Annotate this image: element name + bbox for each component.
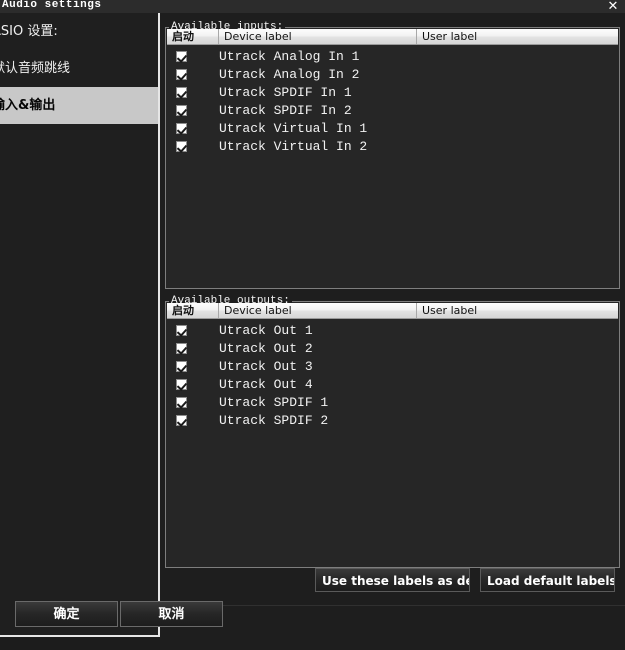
enable-checkbox[interactable] bbox=[176, 122, 187, 134]
outputs-list[interactable]: 启动 Device label User label Utrack Out 1U… bbox=[167, 303, 618, 566]
available-outputs-group: Available outputs: 启动 Device label User … bbox=[165, 295, 620, 568]
enable-cell[interactable] bbox=[167, 50, 219, 62]
sidebar: ASIO 设置: 默认音频跳线输入&输出 bbox=[0, 13, 160, 637]
table-row[interactable]: Utrack Analog In 2 bbox=[167, 65, 618, 83]
device-label-cell: Utrack Virtual In 1 bbox=[219, 120, 368, 136]
device-label-cell: Utrack SPDIF In 1 bbox=[219, 84, 352, 100]
title-bar: Audio settings ✕ bbox=[0, 0, 625, 14]
enable-cell[interactable] bbox=[167, 324, 219, 336]
inputs-list-header: 启动 Device label User label bbox=[167, 29, 618, 45]
enable-cell[interactable] bbox=[167, 68, 219, 80]
enable-cell[interactable] bbox=[167, 396, 219, 408]
enable-checkbox[interactable] bbox=[176, 342, 187, 354]
column-header-user-label[interactable]: User label bbox=[417, 303, 618, 318]
enable-checkbox[interactable] bbox=[176, 50, 187, 62]
table-row[interactable]: Utrack Analog In 1 bbox=[167, 47, 618, 65]
enable-checkbox[interactable] bbox=[176, 86, 187, 98]
enable-cell[interactable] bbox=[167, 414, 219, 426]
enable-checkbox[interactable] bbox=[176, 140, 187, 152]
enable-checkbox[interactable] bbox=[176, 414, 187, 426]
cancel-button[interactable]: 取消 bbox=[120, 601, 223, 627]
close-icon[interactable]: ✕ bbox=[606, 0, 620, 13]
device-label-cell: Utrack Out 3 bbox=[219, 358, 313, 374]
enable-cell[interactable] bbox=[167, 140, 219, 152]
sidebar-item-label: ASIO 设置: bbox=[0, 24, 58, 39]
enable-cell[interactable] bbox=[167, 378, 219, 390]
load-default-labels-button[interactable]: Load default labels bbox=[480, 568, 615, 592]
table-row[interactable]: Utrack Out 2 bbox=[167, 339, 618, 357]
column-header-enable[interactable]: 启动 bbox=[167, 303, 219, 318]
device-label-cell: Utrack Virtual In 2 bbox=[219, 138, 368, 154]
device-label-cell: Utrack Out 4 bbox=[219, 376, 313, 392]
enable-checkbox[interactable] bbox=[176, 378, 187, 390]
table-row[interactable]: Utrack SPDIF In 1 bbox=[167, 83, 618, 101]
enable-checkbox[interactable] bbox=[176, 324, 187, 336]
outputs-list-header: 启动 Device label User label bbox=[167, 303, 618, 319]
window-title: Audio settings bbox=[2, 0, 102, 11]
column-header-device-label[interactable]: Device label bbox=[219, 29, 417, 44]
outputs-rows: Utrack Out 1 Utrack Out 2 Utrack Out 3 Utra… bbox=[167, 319, 618, 429]
device-label-cell: Utrack Analog In 1 bbox=[219, 48, 360, 64]
main-content: Available inputs: 启动 Device label User l… bbox=[160, 13, 625, 650]
inputs-rows: Utrack Analog In 1 Utrack Analog In 2 Utra… bbox=[167, 45, 618, 155]
device-label-cell: Utrack Analog In 2 bbox=[219, 66, 360, 82]
enable-checkbox[interactable] bbox=[176, 396, 187, 408]
enable-checkbox[interactable] bbox=[176, 104, 187, 116]
device-label-cell: Utrack SPDIF 2 bbox=[219, 412, 329, 428]
table-row[interactable]: Utrack SPDIF 2 bbox=[167, 411, 618, 429]
inputs-list[interactable]: 启动 Device label User label Utrack Analog… bbox=[167, 29, 618, 287]
table-row[interactable]: Utrack Out 1 bbox=[167, 321, 618, 339]
enable-cell[interactable] bbox=[167, 104, 219, 116]
available-inputs-group: Available inputs: 启动 Device label User l… bbox=[165, 21, 620, 289]
use-these-labels-as-default-button[interactable]: Use these labels as default bbox=[315, 568, 470, 592]
column-header-user-label[interactable]: User label bbox=[417, 29, 618, 44]
enable-checkbox[interactable] bbox=[176, 68, 187, 80]
device-label-cell: Utrack Out 2 bbox=[219, 340, 313, 356]
sidebar-item-2[interactable]: 输入&输出 bbox=[0, 87, 158, 124]
sidebar-item-0[interactable]: ASIO 设置: bbox=[0, 13, 158, 50]
enable-cell[interactable] bbox=[167, 122, 219, 134]
enable-checkbox[interactable] bbox=[176, 360, 187, 372]
ok-button[interactable]: 确定 bbox=[15, 601, 118, 627]
device-label-cell: Utrack Out 1 bbox=[219, 322, 313, 338]
table-row[interactable]: Utrack Virtual In 2 bbox=[167, 137, 618, 155]
sidebar-item-label: 输入&输出 bbox=[0, 98, 56, 113]
bottom-divider bbox=[160, 605, 625, 606]
column-header-enable[interactable]: 启动 bbox=[167, 29, 219, 44]
column-header-device-label[interactable]: Device label bbox=[219, 303, 417, 318]
sidebar-item-1[interactable]: 默认音频跳线 bbox=[0, 50, 158, 87]
enable-cell[interactable] bbox=[167, 342, 219, 354]
table-row[interactable]: Utrack Virtual In 1 bbox=[167, 119, 618, 137]
sidebar-item-label: 默认音频跳线 bbox=[0, 61, 71, 76]
table-row[interactable]: Utrack SPDIF In 2 bbox=[167, 101, 618, 119]
table-row[interactable]: Utrack Out 3 bbox=[167, 357, 618, 375]
enable-cell[interactable] bbox=[167, 86, 219, 98]
table-row[interactable]: Utrack Out 4 bbox=[167, 375, 618, 393]
device-label-cell: Utrack SPDIF In 2 bbox=[219, 102, 352, 118]
enable-cell[interactable] bbox=[167, 360, 219, 372]
device-label-cell: Utrack SPDIF 1 bbox=[219, 394, 329, 410]
table-row[interactable]: Utrack SPDIF 1 bbox=[167, 393, 618, 411]
